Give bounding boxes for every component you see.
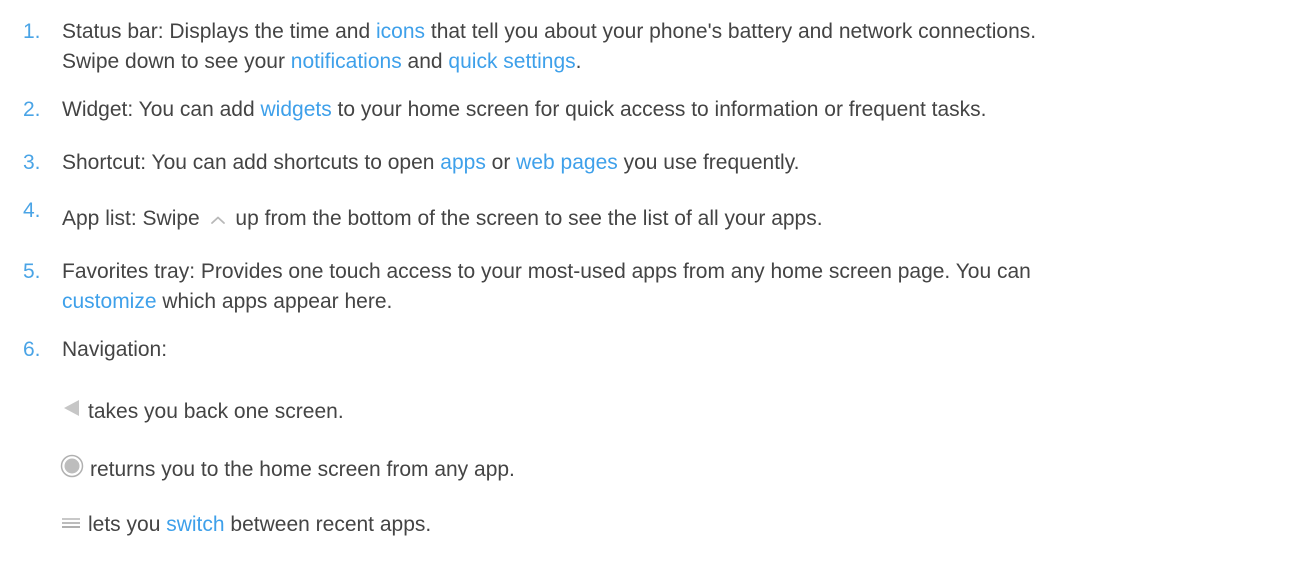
web-pages-link[interactable]: web pages [516, 151, 618, 174]
icons-link[interactable]: icons [376, 20, 425, 43]
recents-icon [60, 510, 82, 540]
back-triangle-icon [60, 397, 82, 428]
apps-link[interactable]: apps [440, 151, 486, 174]
switch-link[interactable]: switch [166, 513, 224, 536]
nav-back-row: takes you back one screen. [60, 397, 1301, 428]
item-text: Navigation: [62, 338, 168, 361]
item-number: 1. [23, 20, 41, 43]
item-number: 2. [23, 98, 41, 121]
chevron-up-icon [210, 204, 226, 234]
nav-recents-row: lets you switch between recent apps. [60, 510, 1301, 540]
notifications-link[interactable]: notifications [291, 50, 402, 73]
item-number: 5. [23, 260, 41, 283]
item-number: 4. [23, 199, 41, 222]
item-text: Widget: You can add widgets to your home… [62, 98, 987, 121]
quick-settings-link[interactable]: quick settings [448, 50, 575, 73]
customize-link[interactable]: customize [62, 290, 157, 313]
widgets-link[interactable]: widgets [261, 98, 332, 121]
item-text: App list: Swipe up from the bottom of th… [62, 204, 1301, 234]
home-circle-icon [60, 454, 84, 487]
item-number: 3. [23, 151, 41, 174]
item-text: Shortcut: You can add shortcuts to open … [62, 151, 800, 174]
item-text: Status bar: Displays the time and icons … [62, 20, 1037, 73]
nav-home-row: returns you to the home screen from any … [60, 454, 1301, 487]
item-number: 6. [23, 338, 41, 361]
item-text: Favorites tray: Provides one touch acces… [62, 260, 1031, 313]
